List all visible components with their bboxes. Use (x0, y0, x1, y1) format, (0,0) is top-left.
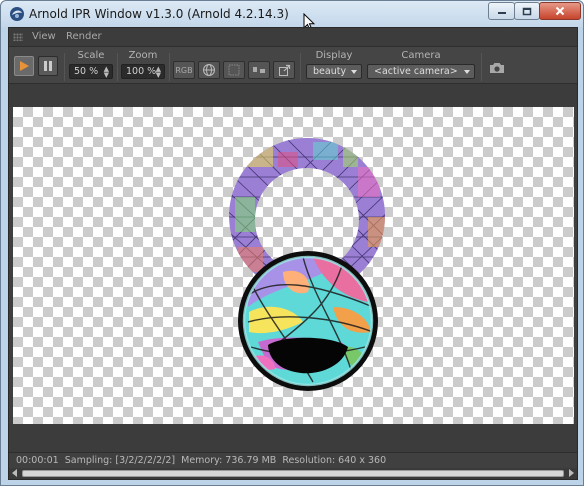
toolbar-separator (481, 53, 482, 81)
status-bar: 00:00:01 Sampling: [3/2/2/2/2/2] Memory:… (9, 452, 577, 468)
snapshot-button[interactable] (487, 59, 507, 77)
minimize-icon (497, 12, 506, 14)
menu-view[interactable]: View (32, 31, 56, 42)
globe-icon (203, 64, 215, 76)
close-icon (555, 6, 565, 16)
play-icon (20, 61, 29, 71)
toolbar-separator (300, 53, 301, 81)
export-button[interactable] (273, 61, 295, 79)
camera-label: Camera (401, 50, 441, 61)
chevron-down-icon (351, 70, 357, 74)
camera-value: <active camera> (374, 66, 458, 77)
chevron-down-icon (464, 70, 470, 74)
spinner-arrows-icon[interactable]: ▲ ▼ (156, 65, 161, 79)
window-title: Arnold IPR Window v1.3.0 (Arnold 4.2.14.… (29, 7, 289, 21)
globe-button[interactable] (198, 61, 220, 79)
scale-value: 50 % (74, 66, 99, 77)
ipr-client-area: View Render Scale 50 % ▲ ▼ Zoom 100 % ▲ ▼ (8, 27, 578, 480)
status-line: 00:00:01 Sampling: [3/2/2/2/2/2] Memory:… (16, 455, 386, 466)
menu-bar: View Render (9, 28, 577, 46)
render-image (229, 138, 386, 391)
camera-dropdown[interactable]: <active camera> (367, 64, 475, 79)
toolbar: Scale 50 % ▲ ▼ Zoom 100 % ▲ ▼ RGB Displa… (9, 46, 577, 84)
spinner-arrows-icon[interactable]: ▲ ▼ (104, 65, 109, 79)
maximize-button[interactable] (514, 2, 540, 20)
display-label: Display (315, 50, 353, 61)
title-bar[interactable]: Arnold IPR Window v1.3.0 (Arnold 4.2.14.… (1, 1, 583, 27)
scale-spinner[interactable]: 50 % ▲ ▼ (69, 64, 113, 79)
toolbar-separator (169, 53, 170, 81)
rgb-label: RGB (175, 65, 193, 75)
toolbar-separator (64, 53, 65, 81)
status-memory: Memory: 736.79 MB (181, 455, 277, 466)
display-dropdown[interactable]: beauty (306, 64, 362, 79)
camera-icon (490, 63, 504, 73)
horizontal-scrollbar[interactable] (9, 468, 577, 479)
close-button[interactable] (539, 2, 581, 20)
pause-icon (44, 61, 52, 71)
compare-button[interactable] (248, 61, 270, 79)
drag-grip-icon[interactable] (13, 33, 23, 41)
arnold-app-icon (10, 7, 24, 21)
zoom-spinner[interactable]: 100 % ▲ ▼ (121, 64, 165, 79)
status-resolution: Resolution: 640 x 360 (282, 455, 387, 466)
toolbar-separator (117, 53, 118, 81)
rgb-channel-button[interactable]: RGB (173, 61, 195, 79)
start-render-button[interactable] (14, 56, 34, 76)
scale-label: Scale (77, 50, 105, 61)
scroll-left-icon[interactable] (12, 469, 17, 477)
scroll-right-icon[interactable] (569, 469, 574, 477)
pause-render-button[interactable] (38, 56, 58, 76)
scrollbar-thumb[interactable] (22, 470, 564, 477)
compare-icon (253, 67, 265, 73)
minimize-button[interactable] (488, 2, 515, 20)
zoom-label: Zoom (128, 50, 158, 61)
ipr-window: Arnold IPR Window v1.3.0 (Arnold 4.2.14.… (0, 0, 584, 486)
render-viewport[interactable] (13, 107, 574, 424)
status-time: 00:00:01 (16, 455, 59, 466)
export-icon (278, 64, 290, 76)
display-value: beauty (313, 66, 347, 77)
maximize-icon (522, 7, 532, 15)
viewport-top-margin (9, 84, 577, 107)
grid-icon (228, 64, 240, 76)
region-grid-button[interactable] (223, 61, 245, 79)
zoom-value: 100 % (126, 66, 157, 77)
menu-render[interactable]: Render (66, 31, 102, 42)
viewport-bottom-margin (9, 424, 577, 452)
status-sampling: Sampling: [3/2/2/2/2/2] (64, 455, 176, 466)
